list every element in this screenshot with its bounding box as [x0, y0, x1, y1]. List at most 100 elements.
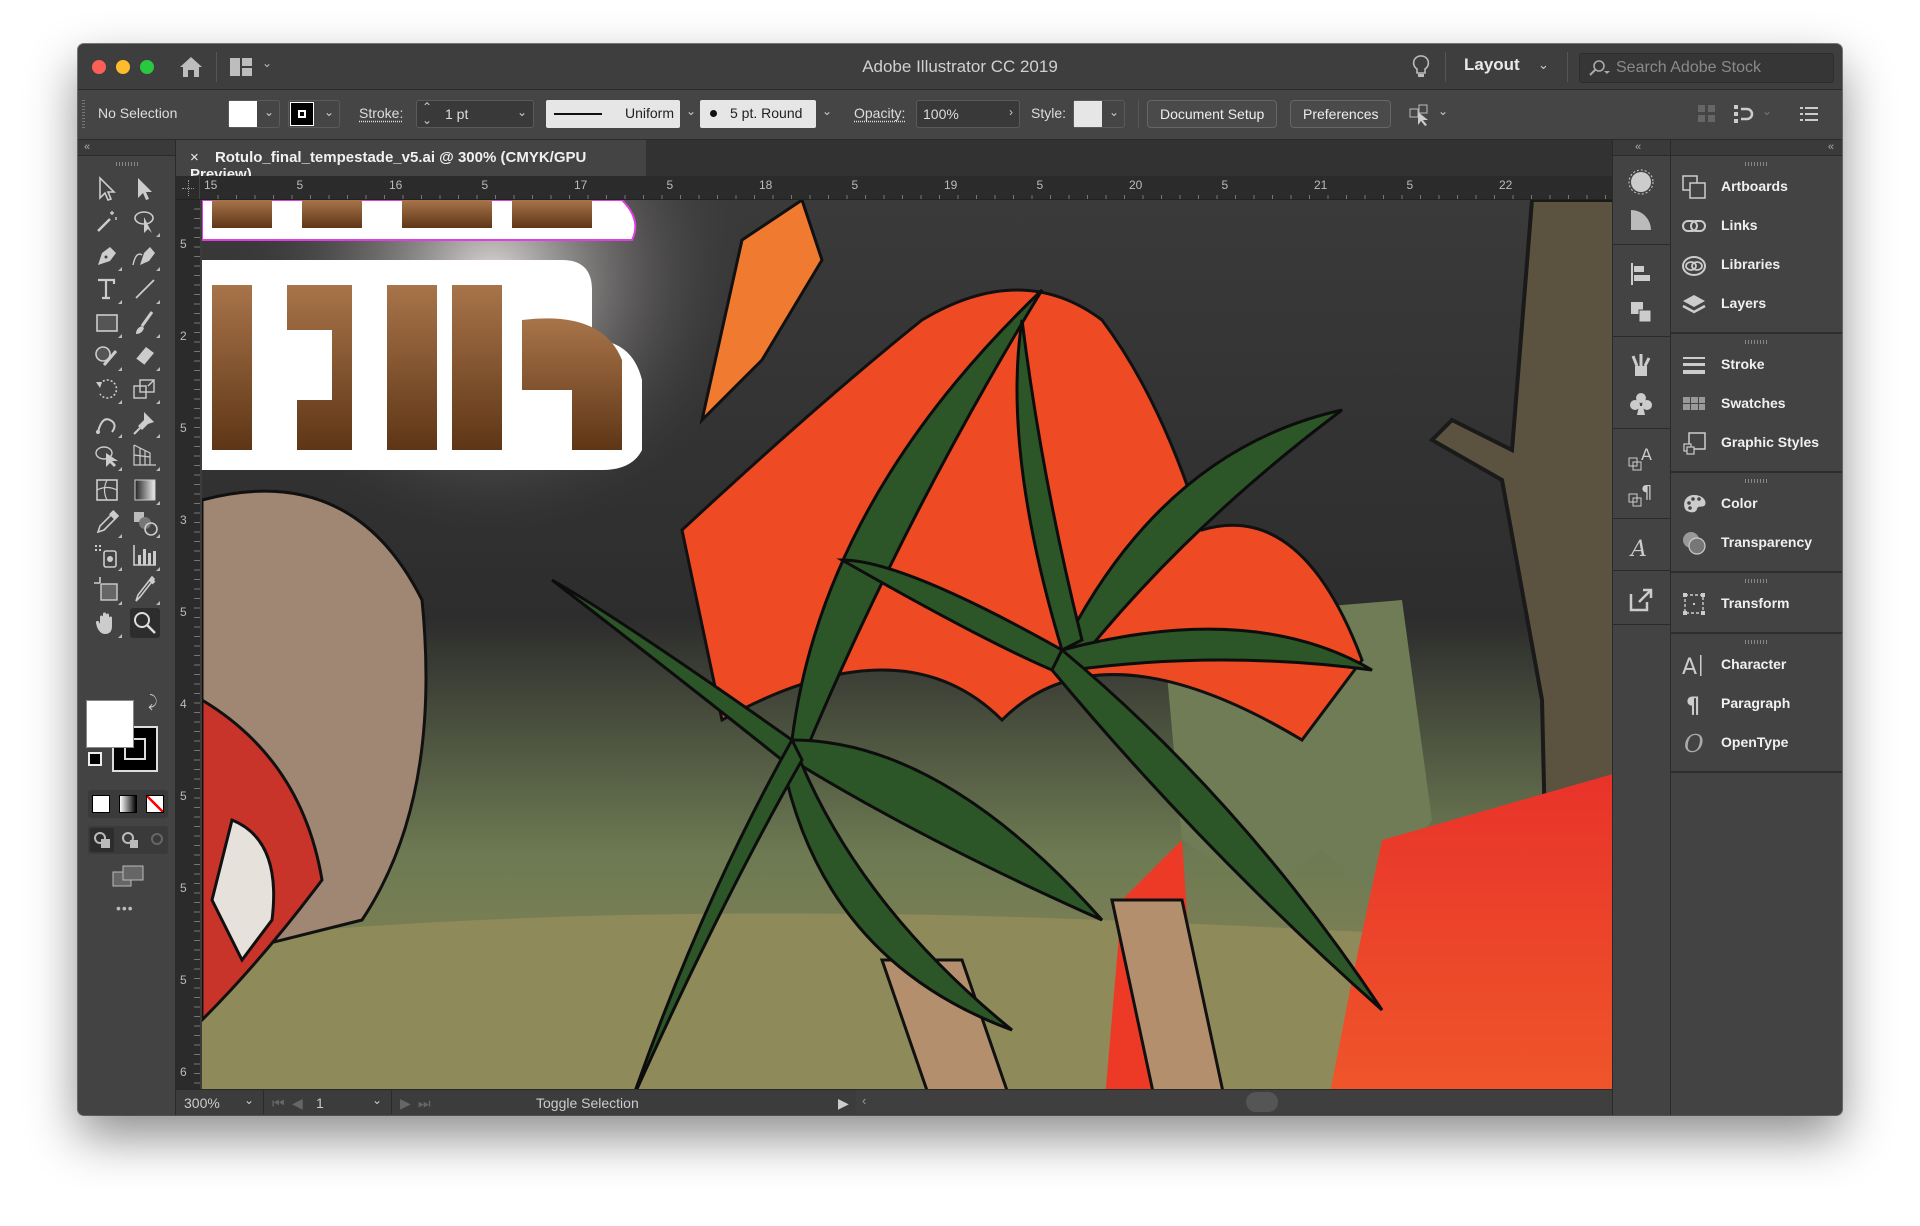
last-artboard-button[interactable]: ⏭	[418, 1095, 431, 1112]
control-bar-grip[interactable]	[82, 100, 85, 130]
lasso-tool[interactable]	[130, 207, 160, 238]
horizontal-ruler[interactable]: 15 5 16 5 17 5 18 5 19 5 20 5 21 5 22	[176, 176, 1678, 200]
type-tool[interactable]	[92, 274, 122, 305]
symbols-club-icon[interactable]	[1627, 390, 1655, 418]
edit-toolbar-icon[interactable]: •••	[116, 900, 134, 916]
stroke-swatch[interactable]	[290, 102, 314, 126]
gradient-mode-button[interactable]	[119, 795, 137, 813]
rotate-tool[interactable]	[92, 374, 122, 405]
previous-artboard-button[interactable]: ◀	[292, 1095, 303, 1112]
fill-swatch[interactable]	[229, 101, 257, 127]
panel-transform[interactable]: Transform	[1681, 589, 1841, 619]
scale-tool[interactable]	[130, 374, 160, 405]
swap-fill-stroke-icon[interactable]: ⤸	[148, 694, 158, 712]
opacity-field[interactable]: 100% ›	[916, 100, 1020, 128]
chevron-down-icon[interactable]: ⌄	[517, 105, 527, 119]
close-tab-icon[interactable]: ×	[190, 149, 199, 166]
stroke-weight-field[interactable]: ⌃ ⌄ 1 pt ⌄	[416, 100, 534, 128]
panel-graphic-styles[interactable]: Graphic Styles	[1681, 428, 1841, 458]
brushes-icon[interactable]	[1627, 352, 1655, 380]
gradient-tool[interactable]	[130, 475, 160, 505]
zoom-level-dropdown[interactable]: 300% ⌄	[176, 1090, 264, 1114]
direct-selection-tool[interactable]	[130, 174, 160, 204]
none-mode-button[interactable]	[146, 795, 164, 813]
slice-tool[interactable]	[130, 575, 160, 605]
panel-transparency[interactable]: Transparency	[1681, 528, 1841, 558]
paintbrush-tool[interactable]	[130, 308, 160, 338]
artboard-tool[interactable]	[92, 575, 122, 605]
zoom-tool[interactable]	[130, 608, 160, 639]
adobe-stock-search-input[interactable]: Search Adobe Stock	[1579, 53, 1834, 83]
chevron-down-icon[interactable]: ⌄	[686, 104, 696, 118]
line-segment-tool[interactable]	[130, 274, 160, 305]
curvature-tool[interactable]	[130, 241, 160, 271]
panel-group-grip[interactable]	[1745, 162, 1767, 166]
appearance-icon[interactable]	[1627, 168, 1655, 196]
opacity-label[interactable]: Opacity:	[854, 105, 905, 121]
symbol-sprayer-tool[interactable]	[92, 541, 122, 572]
panel-color[interactable]: Color	[1681, 489, 1841, 519]
magic-wand-tool[interactable]	[92, 207, 122, 237]
artboard-canvas[interactable]	[202, 200, 1662, 1115]
scroll-left-icon[interactable]: ‹	[862, 1093, 866, 1108]
draw-normal-button[interactable]	[90, 828, 114, 852]
eraser-tool[interactable]	[130, 341, 160, 371]
ruler-origin[interactable]	[176, 176, 200, 199]
fill-color-box[interactable]	[86, 700, 134, 748]
stroke-stepper-icon[interactable]: ⌃ ⌄	[422, 101, 432, 127]
collapse-panel-icon[interactable]: «	[84, 141, 90, 153]
horizontal-scrollbar[interactable]: ‹ ›	[856, 1090, 1678, 1114]
paragraph-styles-icon[interactable]: ¶	[1627, 480, 1655, 508]
eyedropper-tool[interactable]	[92, 508, 122, 538]
shape-builder-tool[interactable]	[92, 441, 122, 472]
stroke-label[interactable]: Stroke:	[359, 105, 403, 121]
panel-artboards[interactable]: Artboards	[1681, 172, 1841, 202]
puppet-warp-tool[interactable]	[92, 408, 122, 438]
status-text[interactable]: Toggle Selection	[536, 1095, 639, 1111]
chevron-down-icon[interactable]: ⌄	[1438, 104, 1448, 118]
rectangle-tool[interactable]	[92, 308, 122, 338]
perspective-grid-tool[interactable]	[130, 441, 160, 472]
panel-menu-icon[interactable]	[1800, 105, 1818, 123]
export-asset-icon[interactable]	[1627, 586, 1655, 614]
glyphs-icon[interactable]: A	[1627, 534, 1655, 562]
chevron-down-icon[interactable]: ⌄	[1762, 104, 1772, 118]
pen-tool[interactable]	[92, 241, 122, 271]
fill-dropdown[interactable]: ⌄	[228, 100, 280, 128]
panel-group-grip[interactable]	[1745, 640, 1767, 644]
change-screen-mode-icon[interactable]	[112, 864, 144, 890]
tools-grip[interactable]	[116, 162, 138, 166]
select-similar-icon[interactable]	[1408, 103, 1432, 127]
stroke-dropdown[interactable]: ⌄	[288, 100, 340, 128]
mesh-tool[interactable]	[92, 475, 122, 505]
panel-libraries[interactable]: Libraries	[1681, 250, 1841, 280]
distribute-icon[interactable]	[1734, 103, 1756, 125]
horizontal-scroll-thumb[interactable]	[1246, 1092, 1278, 1112]
draw-behind-button[interactable]	[118, 828, 142, 852]
column-graph-tool[interactable]	[130, 541, 160, 572]
chevron-right-icon[interactable]: ›	[1009, 105, 1013, 119]
blend-tool[interactable]	[130, 508, 160, 538]
panel-paragraph[interactable]: ¶ Paragraph	[1681, 689, 1841, 719]
lightbulb-icon[interactable]	[1411, 54, 1431, 80]
status-menu-arrow[interactable]: ▶	[838, 1095, 849, 1112]
selection-tool[interactable]	[92, 174, 122, 204]
hand-tool[interactable]	[92, 608, 122, 639]
panel-links[interactable]: Links	[1681, 211, 1841, 241]
shaper-tool[interactable]	[92, 341, 122, 371]
gradient-panel-icon[interactable]	[1627, 206, 1655, 234]
color-mode-button[interactable]	[92, 795, 110, 813]
expand-panels-icon[interactable]: «	[1635, 141, 1641, 153]
character-styles-icon[interactable]: A	[1627, 444, 1655, 472]
panel-stroke[interactable]: Stroke	[1681, 350, 1841, 380]
default-fill-stroke-icon[interactable]	[88, 752, 102, 766]
align-icon[interactable]	[1698, 105, 1716, 123]
panel-group-grip[interactable]	[1745, 340, 1767, 344]
pathfinder-icon[interactable]	[1627, 298, 1655, 326]
preferences-button[interactable]: Preferences	[1290, 100, 1392, 128]
graphic-style-dropdown[interactable]: ⌄	[1073, 100, 1125, 128]
vertical-ruler[interactable]: 5 2 5 3 5 4 5 5 5 6	[176, 200, 200, 1115]
chevron-down-icon[interactable]: ⌄	[1538, 57, 1549, 73]
document-tab[interactable]: × Rotulo_final_tempestade_v5.ai @ 300% (…	[176, 140, 646, 183]
draw-inside-button[interactable]	[146, 828, 170, 852]
